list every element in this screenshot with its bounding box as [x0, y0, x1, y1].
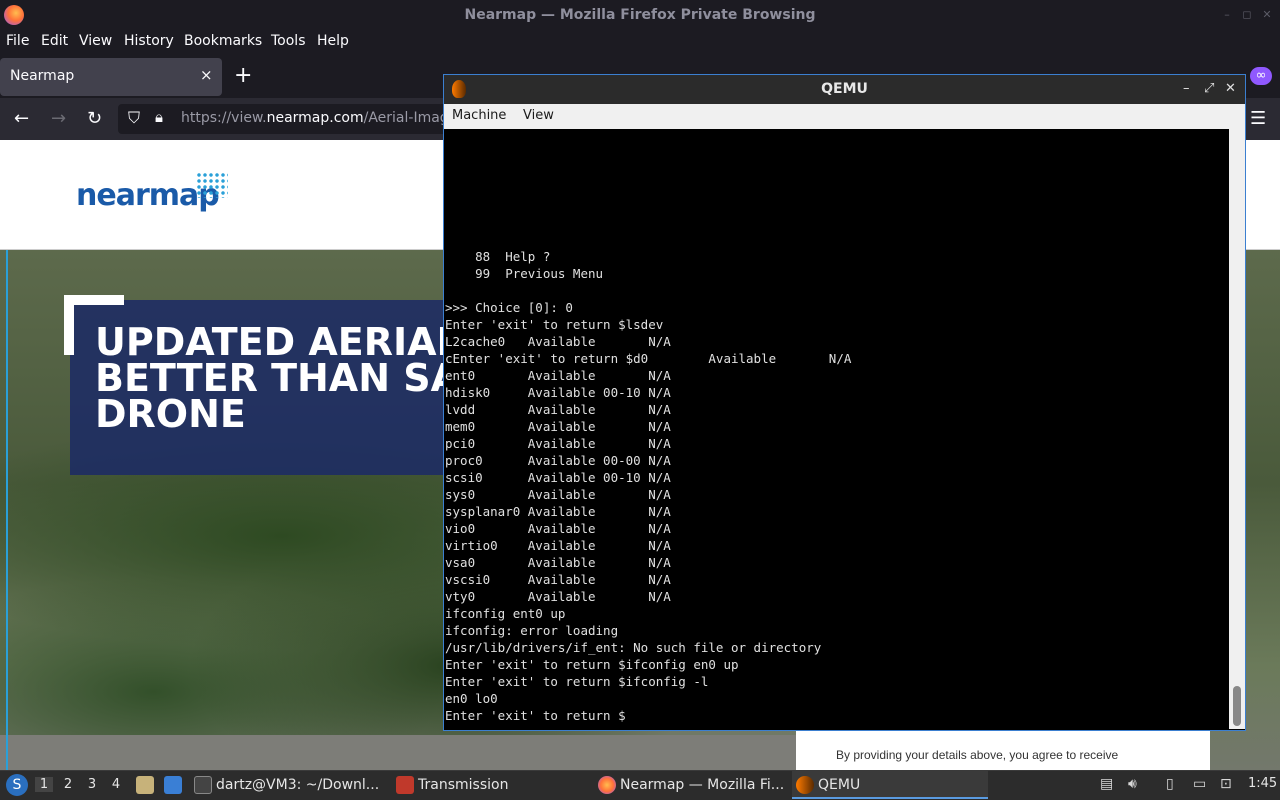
- new-tab-button[interactable]: +: [234, 63, 252, 88]
- app-menu-icon[interactable]: ☰: [1250, 108, 1266, 129]
- workspace-2[interactable]: 2: [59, 777, 77, 792]
- tracking-shield-icon[interactable]: ⛉: [128, 108, 140, 128]
- qemu-close-icon[interactable]: ✕: [1225, 81, 1236, 97]
- minimize-icon[interactable]: –: [1220, 8, 1234, 22]
- console-line: mem0 Available N/A: [445, 419, 671, 434]
- volume-icon[interactable]: 🔊︎: [1128, 776, 1137, 792]
- hero-title: UPDATED AERIAL I BETTER THAN SAT DRONE: [95, 324, 455, 432]
- tab-close-icon[interactable]: ×: [200, 66, 213, 84]
- road-image: [0, 735, 800, 770]
- menu-edit[interactable]: Edit: [41, 31, 68, 51]
- lock-icon[interactable]: 🔒︎: [155, 108, 163, 126]
- console-line: vscsi0 Available N/A: [445, 572, 671, 587]
- workspace-3[interactable]: 3: [83, 777, 101, 792]
- console-line: Enter 'exit' to return $ifconfig -l: [445, 674, 709, 689]
- updates-icon[interactable]: ▤: [1100, 776, 1113, 792]
- menu-bookmarks[interactable]: Bookmarks: [184, 31, 262, 51]
- console-line: ifconfig: error loading: [445, 623, 619, 638]
- highlight-border: [6, 250, 8, 770]
- menu-file[interactable]: File: [6, 31, 29, 51]
- console-line: 88 Help ?: [445, 249, 551, 264]
- clipboard-icon[interactable]: ▯: [1166, 776, 1174, 792]
- console-line: scsi0 Available 00-10 N/A: [445, 470, 671, 485]
- console-output: 88 Help ? 99 Previous Menu >>> Choice [0…: [445, 248, 1225, 724]
- qemu-menu-machine[interactable]: Machine: [452, 108, 506, 123]
- workspace-1[interactable]: 1: [35, 777, 53, 792]
- qemu-menu-bar: [444, 104, 1245, 129]
- task-transmission-label: Transmission: [418, 777, 509, 793]
- qemu-title: QEMU: [821, 81, 868, 97]
- firefox-icon: [598, 776, 616, 794]
- console-line: cEnter 'exit' to return $d0 Available N/…: [445, 351, 852, 366]
- console-line: hdisk0 Available 00-10 N/A: [445, 385, 671, 400]
- console-line: /usr/lib/drivers/if_ent: No such file or…: [445, 640, 822, 655]
- console-line: lvdd Available N/A: [445, 402, 671, 417]
- console-line: ent0 Available N/A: [445, 368, 671, 383]
- qemu-task-icon: [796, 776, 814, 794]
- display-icon[interactable]: ▭: [1193, 776, 1206, 792]
- clock: 1:45: [1248, 776, 1278, 791]
- consent-text: By providing your details above, you agr…: [836, 748, 1119, 762]
- console-line: sys0 Available N/A: [445, 487, 671, 502]
- console-line: proc0 Available 00-00 N/A: [445, 453, 671, 468]
- console-line: vty0 Available N/A: [445, 589, 671, 604]
- menu-help[interactable]: Help: [317, 31, 349, 51]
- task-terminal-label: dartz@VM3: ~/Downl...: [216, 777, 380, 793]
- window-title: Nearmap — Mozilla Firefox Private Browsi…: [464, 7, 816, 23]
- tab-label: Nearmap: [10, 68, 75, 84]
- workspace-4[interactable]: 4: [107, 777, 125, 792]
- transmission-icon: [396, 776, 414, 794]
- forward-icon[interactable]: →: [51, 108, 66, 130]
- qemu-scrollbar-thumb[interactable]: [1233, 686, 1241, 726]
- private-browsing-icon: ∞: [1250, 67, 1272, 85]
- task-transmission[interactable]: Transmission: [392, 771, 588, 799]
- task-qemu-label: QEMU: [818, 777, 861, 793]
- close-icon[interactable]: ✕: [1260, 8, 1274, 22]
- show-desktop-icon[interactable]: [164, 776, 182, 794]
- qemu-menu-view[interactable]: View: [523, 108, 554, 123]
- console-line: >>> Choice [0]: 0: [445, 300, 573, 315]
- reload-icon[interactable]: ↻: [87, 108, 102, 130]
- url-prefix: https://view.: [181, 110, 267, 126]
- console-line: L2cache0 Available N/A: [445, 334, 671, 349]
- console-line: en0 lo0: [445, 691, 498, 706]
- console-line: vsa0 Available N/A: [445, 555, 671, 570]
- menu-view[interactable]: View: [79, 31, 112, 51]
- url-text[interactable]: https://view.nearmap.com/Aerial-Imagery: [181, 110, 471, 126]
- file-manager-icon[interactable]: [136, 776, 154, 794]
- console-line: Enter 'exit' to return $lsdev: [445, 317, 664, 332]
- qemu-scrollbar[interactable]: [1229, 129, 1245, 729]
- start-menu-icon[interactable]: S: [6, 774, 28, 796]
- menu-tools[interactable]: Tools: [271, 31, 306, 51]
- console-line: pci0 Available N/A: [445, 436, 671, 451]
- console-line: vio0 Available N/A: [445, 521, 671, 536]
- nearmap-logo-mark-icon: [196, 172, 228, 198]
- task-firefox-label: Nearmap — Mozilla Fi...: [620, 777, 785, 793]
- back-icon[interactable]: ←: [14, 108, 29, 130]
- maximize-icon[interactable]: ◻: [1240, 8, 1254, 22]
- task-terminal[interactable]: dartz@VM3: ~/Downl...: [190, 771, 386, 799]
- hero-corner-bracket-vertical: [64, 295, 74, 355]
- console-line: ifconfig ent0 up: [445, 606, 566, 621]
- console-line: 99 Previous Menu: [445, 266, 604, 281]
- console-line: Enter 'exit' to return $ifconfig en0 up: [445, 657, 739, 672]
- qemu-minimize-icon[interactable]: –: [1183, 81, 1190, 97]
- console-line: sysplanar0 Available N/A: [445, 504, 671, 519]
- task-firefox[interactable]: Nearmap — Mozilla Fi...: [594, 771, 790, 799]
- network-icon[interactable]: ⊡: [1220, 776, 1232, 792]
- terminal-icon: [194, 776, 212, 794]
- qemu-maximize-icon[interactable]: ⤢: [1204, 81, 1214, 97]
- url-domain: nearmap.com: [266, 110, 364, 126]
- console-line: virtio0 Available N/A: [445, 538, 671, 553]
- console-line: Enter 'exit' to return $: [445, 708, 626, 723]
- menu-history[interactable]: History: [124, 31, 174, 51]
- task-qemu[interactable]: QEMU: [792, 771, 988, 799]
